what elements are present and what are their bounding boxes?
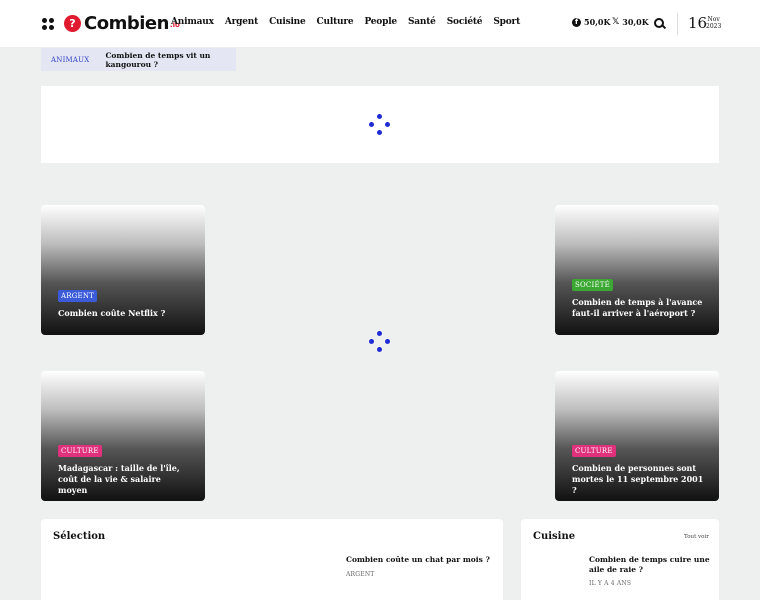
ticker-title[interactable]: Combien de temps vit un kangourou ?	[105, 51, 236, 69]
article-card[interactable]: CULTURE Madagascar : taille de l'île, co…	[41, 371, 205, 501]
card-title[interactable]: Combien de temps à l'avance faut-il arri…	[572, 297, 706, 319]
nav-item-sante[interactable]: Santé	[408, 17, 436, 27]
article-card[interactable]: CULTURE Combien de personnes sont mortes…	[555, 371, 719, 501]
selection-title: Sélection	[53, 531, 106, 542]
category-badge[interactable]: CULTURE	[58, 445, 102, 457]
date-year: 2023	[706, 23, 722, 30]
loading-spinner-icon	[369, 114, 391, 136]
nav-item-societe[interactable]: Société	[447, 17, 483, 27]
loading-spinner-icon	[369, 331, 391, 353]
category-badge[interactable]: SOCIÉTÉ	[572, 279, 613, 291]
cuisine-article-title[interactable]: Combien de temps cuire une aile de raie …	[589, 555, 711, 575]
facebook-count: 50,0K	[584, 17, 611, 27]
nav-item-argent[interactable]: Argent	[225, 17, 258, 27]
facebook-link[interactable]: f 50,0K	[572, 17, 610, 27]
x-count: 30,0K	[622, 17, 649, 27]
x-link[interactable]: 𝕏 30,0K	[612, 17, 649, 27]
article-card[interactable]: SOCIÉTÉ Combien de temps à l'avance faut…	[555, 205, 719, 335]
selection-article-category[interactable]: ARGENT	[346, 571, 374, 578]
site-header: ? Combien .io Animaux Argent Cuisine Cul…	[0, 0, 760, 47]
nav-item-sport[interactable]: Sport	[493, 17, 520, 27]
selection-article-title[interactable]: Combien coûte un chat par mois ?	[346, 555, 496, 565]
nav-item-culture[interactable]: Culture	[317, 17, 354, 27]
selection-panel: Sélection Combien coûte un chat par mois…	[41, 519, 503, 600]
menu-icon[interactable]	[42, 18, 54, 30]
ticker-category: ANIMAUX	[51, 55, 90, 64]
main-nav: Animaux Argent Cuisine Culture People Sa…	[171, 17, 520, 27]
cuisine-panel: Cuisine Tout voir Combien de temps cuire…	[521, 519, 719, 600]
category-badge[interactable]: CULTURE	[572, 445, 616, 457]
date-month-year: Nov 2023	[706, 16, 721, 30]
logo-question-icon: ?	[64, 14, 81, 32]
date-month: Nov	[707, 16, 720, 23]
card-title[interactable]: Madagascar : taille de l'île, coût de la…	[58, 463, 192, 496]
category-badge[interactable]: ARGENT	[58, 290, 98, 302]
date-day: 16	[688, 14, 708, 32]
cuisine-title: Cuisine	[533, 531, 576, 542]
facebook-icon: f	[572, 17, 581, 27]
header-divider	[677, 13, 678, 35]
logo-text: Combien	[84, 12, 169, 34]
cuisine-article-meta: IL Y A 4 ANS	[589, 580, 632, 587]
site-logo[interactable]: ? Combien .io	[64, 9, 180, 37]
news-ticker[interactable]: ANIMAUX Combien de temps vit un kangouro…	[41, 48, 236, 71]
search-icon[interactable]	[654, 18, 664, 28]
nav-item-animaux[interactable]: Animaux	[171, 17, 214, 27]
nav-item-people[interactable]: People	[364, 17, 397, 27]
card-title[interactable]: Combien coûte Netflix ?	[58, 308, 192, 319]
card-title[interactable]: Combien de personnes sont mortes le 11 s…	[572, 463, 706, 496]
article-card[interactable]: ARGENT Combien coûte Netflix ?	[41, 205, 205, 335]
nav-item-cuisine[interactable]: Cuisine	[269, 17, 306, 27]
see-all-link[interactable]: Tout voir	[684, 534, 709, 540]
x-icon: 𝕏	[612, 17, 620, 27]
